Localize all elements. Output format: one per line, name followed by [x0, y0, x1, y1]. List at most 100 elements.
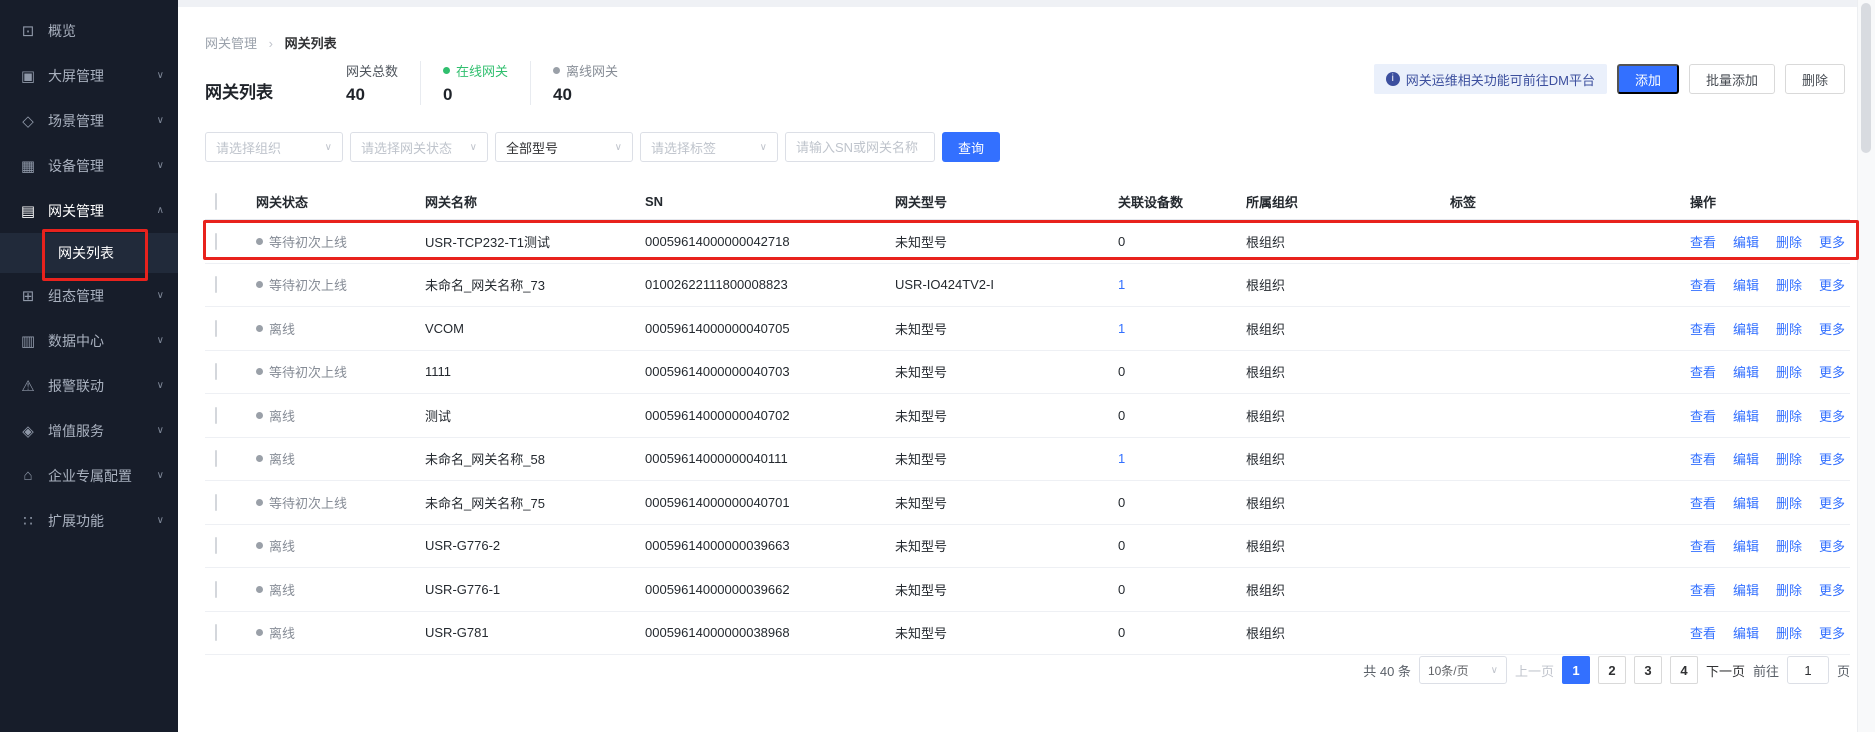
- row-checkbox[interactable]: [215, 320, 217, 337]
- delete-button[interactable]: 删除: [1785, 64, 1845, 94]
- row-checkbox-cell: [205, 234, 256, 249]
- row-checkbox[interactable]: [215, 363, 217, 380]
- sidebar-item-gateway[interactable]: ▤网关管理∧: [0, 188, 178, 233]
- goto-page-input[interactable]: [1787, 656, 1829, 684]
- page-button-2[interactable]: 2: [1598, 656, 1626, 684]
- page-size-select[interactable]: 10条/页 ∨: [1419, 656, 1507, 684]
- edit-link[interactable]: 编辑: [1733, 319, 1759, 338]
- sidebar-item-extension[interactable]: ∷扩展功能∨: [0, 498, 178, 543]
- view-link[interactable]: 查看: [1690, 449, 1716, 468]
- sidebar-item-label: 报警联动: [48, 376, 104, 396]
- delete-link[interactable]: 删除: [1776, 580, 1802, 599]
- edit-link[interactable]: 编辑: [1733, 580, 1759, 599]
- row-checkbox[interactable]: [215, 494, 217, 511]
- model-select[interactable]: 全部型号∨: [495, 132, 633, 162]
- status-dot-gray: [553, 67, 560, 74]
- batch-add-button[interactable]: 批量添加: [1689, 64, 1775, 94]
- status-select[interactable]: 请选择网关状态∨: [350, 132, 488, 162]
- sidebar-item-enterprise[interactable]: ⌂企业专属配置∨: [0, 453, 178, 498]
- view-link[interactable]: 查看: [1690, 275, 1716, 294]
- row-checkbox[interactable]: [215, 276, 217, 293]
- delete-link[interactable]: 删除: [1776, 536, 1802, 555]
- view-link[interactable]: 查看: [1690, 623, 1716, 642]
- delete-link[interactable]: 删除: [1776, 319, 1802, 338]
- edit-link[interactable]: 编辑: [1733, 623, 1759, 642]
- table-row: 离线未命名_网关名称_5800059614000000040111未知型号1根组…: [205, 438, 1850, 482]
- breadcrumb-parent[interactable]: 网关管理: [205, 36, 257, 51]
- more-link[interactable]: 更多: [1819, 623, 1845, 642]
- scrollbar-thumb[interactable]: [1861, 3, 1871, 153]
- org-cell: 根组织: [1246, 275, 1450, 294]
- delete-link[interactable]: 删除: [1776, 406, 1802, 425]
- more-link[interactable]: 更多: [1819, 406, 1845, 425]
- view-link[interactable]: 查看: [1690, 319, 1716, 338]
- more-link[interactable]: 更多: [1819, 362, 1845, 381]
- query-button[interactable]: 查询: [942, 132, 1000, 162]
- more-link[interactable]: 更多: [1819, 319, 1845, 338]
- view-link[interactable]: 查看: [1690, 406, 1716, 425]
- edit-link[interactable]: 编辑: [1733, 449, 1759, 468]
- status-text: 等待初次上线: [269, 362, 347, 381]
- page-button-1[interactable]: 1: [1562, 656, 1590, 684]
- org-select[interactable]: 请选择组织∨: [205, 132, 343, 162]
- view-link[interactable]: 查看: [1690, 362, 1716, 381]
- chevron-down-icon: ∨: [157, 380, 164, 391]
- stat-label: 在线网关: [443, 61, 508, 80]
- prev-page-button[interactable]: 上一页: [1515, 661, 1554, 680]
- device-count-link[interactable]: 1: [1118, 277, 1246, 292]
- edit-link[interactable]: 编辑: [1733, 232, 1759, 251]
- select-all-checkbox[interactable]: [215, 193, 217, 210]
- view-link[interactable]: 查看: [1690, 580, 1716, 599]
- more-link[interactable]: 更多: [1819, 493, 1845, 512]
- delete-link[interactable]: 删除: [1776, 232, 1802, 251]
- tag-select[interactable]: 请选择标签∨: [640, 132, 778, 162]
- sidebar-item-vas[interactable]: ◈增值服务∨: [0, 408, 178, 453]
- next-page-button[interactable]: 下一页: [1706, 661, 1745, 680]
- edit-link[interactable]: 编辑: [1733, 493, 1759, 512]
- page-button-4[interactable]: 4: [1670, 656, 1698, 684]
- delete-link[interactable]: 删除: [1776, 362, 1802, 381]
- row-checkbox[interactable]: [215, 407, 217, 424]
- more-link[interactable]: 更多: [1819, 536, 1845, 555]
- sidebar-item-gateway-list[interactable]: 网关列表: [0, 233, 178, 273]
- sidebar-item-scene[interactable]: ◇场景管理∨: [0, 98, 178, 143]
- page-button-3[interactable]: 3: [1634, 656, 1662, 684]
- more-link[interactable]: 更多: [1819, 275, 1845, 294]
- row-checkbox[interactable]: [215, 581, 217, 598]
- sidebar-item-config[interactable]: ⊞组态管理∨: [0, 273, 178, 318]
- sidebar-item-device[interactable]: ▦设备管理∨: [0, 143, 178, 188]
- row-checkbox[interactable]: [215, 233, 217, 250]
- edit-link[interactable]: 编辑: [1733, 362, 1759, 381]
- sn-search-input[interactable]: [785, 132, 935, 162]
- sidebar-item-bigscreen[interactable]: ▣大屏管理∨: [0, 53, 178, 98]
- table-row: 等待初次上线USR-TCP232-T1测试0005961400000004271…: [205, 220, 1850, 264]
- filter-selects: 请选择组织∨请选择网关状态∨全部型号∨请选择标签∨: [205, 132, 778, 162]
- delete-link[interactable]: 删除: [1776, 623, 1802, 642]
- view-link[interactable]: 查看: [1690, 232, 1716, 251]
- sidebar-item-datacenter[interactable]: ▥数据中心∨: [0, 318, 178, 363]
- edit-link[interactable]: 编辑: [1733, 406, 1759, 425]
- device-count-link[interactable]: 1: [1118, 451, 1246, 466]
- dm-platform-banner[interactable]: i 网关运维相关功能可前往DM平台: [1374, 64, 1607, 94]
- row-checkbox[interactable]: [215, 624, 217, 641]
- more-link[interactable]: 更多: [1819, 449, 1845, 468]
- delete-link[interactable]: 删除: [1776, 275, 1802, 294]
- device-count-link[interactable]: 1: [1118, 321, 1246, 336]
- view-link[interactable]: 查看: [1690, 493, 1716, 512]
- sidebar-item-overview[interactable]: ⊡概览: [0, 8, 178, 53]
- row-checkbox[interactable]: [215, 450, 217, 467]
- status-badge: 离线: [256, 406, 425, 425]
- view-link[interactable]: 查看: [1690, 536, 1716, 555]
- main-content: 网关管理 › 网关列表 网关列表 网关总数40在线网关0离线网关40 i 网关运…: [178, 0, 1875, 732]
- add-button[interactable]: 添加: [1617, 64, 1679, 94]
- edit-link[interactable]: 编辑: [1733, 536, 1759, 555]
- edit-link[interactable]: 编辑: [1733, 275, 1759, 294]
- sidebar-item-alarm[interactable]: ⚠报警联动∨: [0, 363, 178, 408]
- scrollbar[interactable]: [1857, 0, 1875, 732]
- delete-link[interactable]: 删除: [1776, 449, 1802, 468]
- model-cell: 未知型号: [895, 406, 1118, 425]
- more-link[interactable]: 更多: [1819, 580, 1845, 599]
- more-link[interactable]: 更多: [1819, 232, 1845, 251]
- delete-link[interactable]: 删除: [1776, 493, 1802, 512]
- row-checkbox[interactable]: [215, 537, 217, 554]
